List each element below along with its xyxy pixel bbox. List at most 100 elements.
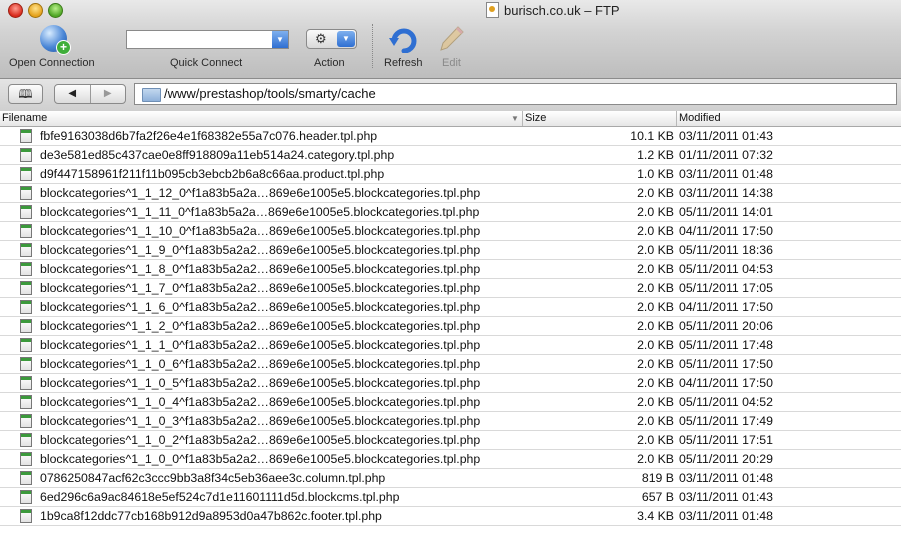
- file-size: 2.0 KB: [637, 414, 674, 428]
- file-row[interactable]: blockcategories^1_1_10_0^f1a83b5a2a…869e…: [0, 222, 901, 241]
- file-row[interactable]: 0786250847acf62c3ccc9bb3a8f34c5eb36aee3c…: [0, 469, 901, 488]
- file-row[interactable]: blockcategories^1_1_7_0^f1a83b5a2a2…869e…: [0, 279, 901, 298]
- file-name: blockcategories^1_1_6_0^f1a83b5a2a2…869e…: [40, 300, 481, 314]
- window-toolbar: burisch.co.uk – FTP + Open Connection ▼ …: [0, 0, 901, 79]
- file-size: 2.0 KB: [637, 376, 674, 390]
- php-file-icon: [20, 262, 32, 276]
- file-row[interactable]: blockcategories^1_1_0_3^f1a83b5a2a2…869e…: [0, 412, 901, 431]
- file-row[interactable]: 6ed296c6a9ac84618e5ef524c7d1e11601111d5d…: [0, 488, 901, 507]
- file-row[interactable]: blockcategories^1_1_12_0^f1a83b5a2a…869e…: [0, 184, 901, 203]
- file-name: blockcategories^1_1_0_0^f1a83b5a2a2…869e…: [40, 452, 481, 466]
- file-size: 2.0 KB: [637, 224, 674, 238]
- file-size: 2.0 KB: [637, 186, 674, 200]
- file-modified: 05/11/2011 17:50: [679, 357, 773, 371]
- gear-icon: ⚙: [315, 31, 327, 46]
- path-bar: 🕮 ◀ ▶ /www/prestashop/tools/smarty/cache: [0, 79, 901, 112]
- file-size: 2.0 KB: [637, 300, 674, 314]
- open-connection-button[interactable]: +: [40, 25, 71, 55]
- file-row[interactable]: blockcategories^1_1_11_0^f1a83b5a2a…869e…: [0, 203, 901, 222]
- file-size: 1.2 KB: [637, 148, 674, 162]
- action-menu-button[interactable]: ⚙ ▼: [306, 29, 357, 49]
- file-modified: 03/11/2011 01:43: [679, 490, 773, 504]
- php-file-icon: [20, 281, 32, 295]
- column-header-modified[interactable]: Modified: [677, 111, 901, 126]
- column-headers: Filename ▼ Size Modified: [0, 111, 901, 127]
- file-size: 657 B: [641, 490, 674, 504]
- file-row[interactable]: blockcategories^1_1_1_0^f1a83b5a2a2…869e…: [0, 336, 901, 355]
- file-row[interactable]: d9f447158961f211f11b095cb3ebcb2b6a8c66aa…: [0, 165, 901, 184]
- file-size: 2.0 KB: [637, 357, 674, 371]
- file-modified: 05/11/2011 20:29: [679, 452, 773, 466]
- file-row[interactable]: blockcategories^1_1_0_6^f1a83b5a2a2…869e…: [0, 355, 901, 374]
- file-name: blockcategories^1_1_12_0^f1a83b5a2a…869e…: [40, 186, 481, 200]
- action-label: Action: [314, 57, 345, 69]
- pencil-icon[interactable]: [438, 24, 466, 52]
- close-window-button[interactable]: [8, 3, 23, 18]
- file-size: 2.0 KB: [637, 205, 674, 219]
- php-file-icon: [20, 224, 32, 238]
- back-arrow-icon[interactable]: ◀: [55, 85, 90, 103]
- php-file-icon: [20, 452, 32, 466]
- size-header-label: Size: [525, 112, 547, 124]
- minimize-window-button[interactable]: [28, 3, 43, 18]
- file-size: 2.0 KB: [637, 281, 674, 295]
- php-file-icon: [20, 490, 32, 504]
- file-name: 0786250847acf62c3ccc9bb3a8f34c5eb36aee3c…: [40, 471, 386, 485]
- file-row[interactable]: blockcategories^1_1_6_0^f1a83b5a2a2…869e…: [0, 298, 901, 317]
- file-row[interactable]: blockcategories^1_1_2_0^f1a83b5a2a2…869e…: [0, 317, 901, 336]
- column-header-filename[interactable]: Filename: [0, 111, 523, 126]
- file-row[interactable]: blockcategories^1_1_0_0^f1a83b5a2a2…869e…: [0, 450, 901, 469]
- file-size: 2.0 KB: [637, 243, 674, 257]
- php-file-icon: [20, 471, 32, 485]
- file-modified: 05/11/2011 04:52: [679, 395, 773, 409]
- php-file-icon: [20, 376, 32, 390]
- bookmarks-button[interactable]: 🕮: [8, 84, 43, 104]
- file-row[interactable]: blockcategories^1_1_0_2^f1a83b5a2a2…869e…: [0, 431, 901, 450]
- file-modified: 03/11/2011 01:48: [679, 509, 773, 523]
- file-modified: 03/11/2011 01:43: [679, 129, 773, 143]
- forward-arrow-icon[interactable]: ▶: [89, 85, 126, 103]
- toolbar-separator: [372, 24, 374, 68]
- file-size: 2.0 KB: [637, 262, 674, 276]
- file-size: 2.0 KB: [637, 395, 674, 409]
- file-name: d9f447158961f211f11b095cb3ebcb2b6a8c66aa…: [40, 167, 385, 181]
- zoom-window-button[interactable]: [48, 3, 63, 18]
- file-row[interactable]: blockcategories^1_1_9_0^f1a83b5a2a2…869e…: [0, 241, 901, 260]
- php-file-icon: [20, 509, 32, 523]
- file-row[interactable]: blockcategories^1_1_8_0^f1a83b5a2a2…869e…: [0, 260, 901, 279]
- file-size: 2.0 KB: [637, 433, 674, 447]
- file-modified: 05/11/2011 20:06: [679, 319, 773, 333]
- file-modified: 05/11/2011 17:51: [679, 433, 773, 447]
- column-header-size[interactable]: Size: [523, 111, 677, 126]
- file-name: blockcategories^1_1_0_4^f1a83b5a2a2…869e…: [40, 395, 481, 409]
- file-name: blockcategories^1_1_9_0^f1a83b5a2a2…869e…: [40, 243, 481, 257]
- sort-descending-icon: ▼: [511, 114, 519, 123]
- file-row[interactable]: blockcategories^1_1_0_5^f1a83b5a2a2…869e…: [0, 374, 901, 393]
- file-name: de3e581ed85c437cae0e8ff918809a11eb514a24…: [40, 148, 395, 162]
- file-size: 2.0 KB: [637, 319, 674, 333]
- file-size: 3.4 KB: [637, 509, 674, 523]
- file-row[interactable]: de3e581ed85c437cae0e8ff918809a11eb514a24…: [0, 146, 901, 165]
- open-connection-label: Open Connection: [9, 57, 95, 69]
- refresh-icon[interactable]: [388, 25, 420, 53]
- path-field[interactable]: /www/prestashop/tools/smarty/cache: [134, 83, 897, 105]
- book-icon: 🕮: [18, 87, 33, 101]
- edit-label: Edit: [442, 57, 461, 69]
- file-row[interactable]: fbfe9163038d6b7fa2f26e4e1f68382e55a7c076…: [0, 127, 901, 146]
- file-name: 1b9ca8f12ddc77cb168b912d9a8953d0a47b862c…: [40, 509, 382, 523]
- file-row[interactable]: 1b9ca8f12ddc77cb168b912d9a8953d0a47b862c…: [0, 507, 901, 526]
- php-file-icon: [20, 300, 32, 314]
- file-modified: 01/11/2011 07:32: [679, 148, 773, 162]
- file-name: blockcategories^1_1_0_5^f1a83b5a2a2…869e…: [40, 376, 481, 390]
- file-modified: 05/11/2011 17:48: [679, 338, 773, 352]
- file-modified: 04/11/2011 17:50: [679, 224, 773, 238]
- file-name: blockcategories^1_1_10_0^f1a83b5a2a…869e…: [40, 224, 481, 238]
- file-name: blockcategories^1_1_0_6^f1a83b5a2a2…869e…: [40, 357, 481, 371]
- file-name: blockcategories^1_1_0_3^f1a83b5a2a2…869e…: [40, 414, 481, 428]
- file-modified: 05/11/2011 17:49: [679, 414, 773, 428]
- file-name: 6ed296c6a9ac84618e5ef524c7d1e11601111d5d…: [40, 490, 400, 504]
- chevron-down-icon[interactable]: ▼: [272, 31, 288, 48]
- file-row[interactable]: blockcategories^1_1_0_4^f1a83b5a2a2…869e…: [0, 393, 901, 412]
- file-size: 2.0 KB: [637, 338, 674, 352]
- quick-connect-combobox[interactable]: ▼: [126, 30, 289, 49]
